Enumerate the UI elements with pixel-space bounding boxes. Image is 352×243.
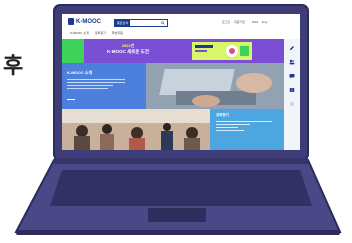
courses-card[interactable]: 강좌찾기 [210, 109, 284, 150]
main-nav: K-MOOC 소개 강좌찾기 학습지원 [70, 31, 123, 35]
intro-card[interactable]: K-MOOC 소개 [62, 63, 146, 109]
nav-item-courses[interactable]: 강좌찾기 [95, 31, 106, 35]
classroom-photo [62, 109, 210, 150]
logo-mark-icon [68, 18, 74, 25]
promo-banner[interactable]: 2022년 K-MOOC 새로운 도전 [62, 39, 284, 63]
sidebar-chat-icon[interactable] [289, 73, 295, 79]
courses-card-lines [216, 121, 272, 133]
banner-subtitle: K-MOOC 새로운 도전 [107, 49, 149, 54]
screen-content: K-MOOC 통합검색 로그인 회원가입 ENG Eng K-MOOC 소개 강… [62, 14, 300, 150]
search-category-select[interactable]: 통합검색 [115, 20, 130, 26]
banner-green-accent [62, 39, 84, 63]
sidebar-pencil-icon[interactable] [289, 45, 295, 51]
login-link[interactable]: 로그인 [222, 20, 230, 24]
intro-more-link[interactable] [67, 99, 75, 100]
laptop-photo [146, 63, 284, 109]
search-icon[interactable] [161, 21, 165, 25]
nav-item-intro[interactable]: K-MOOC 소개 [70, 31, 89, 35]
intro-card-lines [67, 79, 125, 91]
site-header: K-MOOC 통합검색 로그인 회원가입 ENG Eng K-MOOC 소개 강… [62, 14, 300, 38]
touchpad [148, 208, 206, 222]
quick-menu-sidebar [284, 39, 300, 150]
intro-card-title: K-MOOC 소개 [67, 70, 93, 75]
english-link[interactable]: ENG [252, 20, 259, 24]
sidebar-people-icon[interactable] [289, 59, 295, 65]
sidebar-scroll-icon[interactable] [289, 101, 295, 107]
search-bar[interactable]: 통합검색 [114, 19, 168, 27]
language-link[interactable]: Eng [262, 20, 267, 24]
signup-link[interactable]: 회원가입 [234, 20, 245, 24]
keyboard-area [50, 170, 312, 206]
banner-text: 2022년 K-MOOC 새로운 도전 [100, 43, 156, 55]
logo-text: K-MOOC [76, 18, 101, 25]
site-logo[interactable]: K-MOOC [68, 18, 101, 25]
banner-lime-panel [192, 42, 252, 60]
courses-card-title: 강좌찾기 [216, 113, 229, 117]
nav-item-support[interactable]: 학습지원 [112, 31, 123, 35]
sidebar-book-icon[interactable] [289, 87, 295, 93]
